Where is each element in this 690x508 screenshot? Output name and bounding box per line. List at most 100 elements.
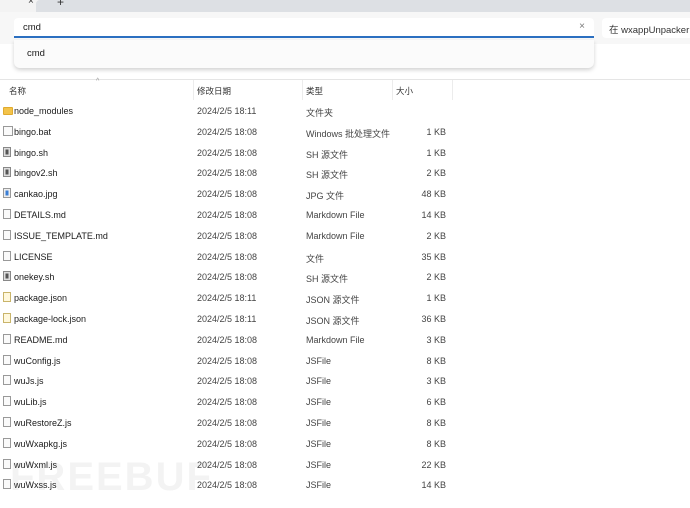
file-name: onekey.sh	[14, 272, 55, 283]
address-input-value: cmd	[23, 22, 41, 33]
file-type: JSFile	[306, 355, 332, 366]
file-size: 8 KB	[426, 355, 446, 366]
file-type: SH 源文件	[306, 170, 349, 181]
file-name: wuRestoreZ.js	[14, 418, 72, 428]
sh-file-icon	[3, 271, 11, 282]
column-divider[interactable]	[193, 80, 194, 100]
file-row[interactable]: onekey.sh 2024/2/5 18:08 SH 源文件 2 KB	[0, 267, 460, 287]
file-size: 1 KB	[426, 293, 446, 304]
file-type: SH 源文件	[306, 149, 349, 160]
file-size: 8 KB	[426, 418, 446, 428]
file-size: 8 KB	[426, 438, 446, 449]
sh-file-icon	[3, 146, 11, 157]
file-row[interactable]: wuLib.js 2024/2/5 18:08 JSFile 6 KB	[0, 392, 460, 412]
file-date: 2024/2/5 18:08	[197, 210, 258, 220]
file-row[interactable]: package.json 2024/2/5 18:11 JSON 源文件 1 K…	[0, 288, 460, 308]
file-date: 2024/2/5 18:08	[197, 230, 258, 241]
column-divider[interactable]	[452, 80, 453, 100]
file-type: Windows 批处理文件	[306, 128, 391, 139]
file-type: JPG 文件	[306, 191, 345, 202]
file-name: ISSUE_TEMPLATE.md	[14, 230, 108, 241]
file-date: 2024/2/5 18:08	[197, 168, 258, 179]
file-date: 2024/2/5 18:08	[197, 189, 258, 200]
column-divider[interactable]	[392, 80, 393, 100]
file-size: 48 KB	[421, 189, 446, 200]
file-name: DETAILS.md	[14, 210, 66, 220]
file-name: wuConfig.js	[14, 355, 61, 366]
file-row[interactable]: cankao.jpg 2024/2/5 18:08 JPG 文件 48 KB	[0, 184, 460, 204]
file-date: 2024/2/5 18:11	[197, 293, 257, 304]
file-type: Markdown File	[306, 334, 365, 345]
file-type: JSON 源文件	[306, 316, 360, 326]
search-location-button[interactable]: 在 wxappUnpacker	[602, 18, 690, 38]
file-date: 2024/2/5 18:11	[197, 314, 257, 324]
file-row[interactable]: bingo.sh 2024/2/5 18:08 SH 源文件 1 KB	[0, 143, 460, 163]
file-name: wuLib.js	[14, 397, 47, 408]
file-row[interactable]: bingov2.sh 2024/2/5 18:08 SH 源文件 2 KB	[0, 163, 460, 183]
file-name: package-lock.json	[14, 314, 87, 324]
file-date: 2024/2/5 18:08	[197, 334, 258, 345]
close-tab-icon[interactable]: ×	[28, 0, 34, 7]
column-size[interactable]: 大小	[396, 85, 413, 97]
column-name[interactable]: 名称	[9, 85, 26, 97]
new-tab-icon[interactable]: +	[57, 0, 64, 9]
file-row[interactable]: wuConfig.js 2024/2/5 18:08 JSFile 8 KB	[0, 351, 460, 371]
column-date[interactable]: 修改日期	[197, 85, 231, 97]
file-date: 2024/2/5 18:08	[197, 376, 258, 387]
file-size: 3 KB	[426, 376, 446, 387]
file-row[interactable]: LICENSE 2024/2/5 18:08 文件 35 KB	[0, 247, 460, 267]
file-date: 2024/2/5 18:08	[197, 147, 258, 158]
file-size: 14 KB	[421, 480, 446, 491]
file-size: 35 KB	[421, 251, 446, 262]
js-file-icon	[3, 375, 11, 386]
folder-icon	[3, 107, 13, 115]
json-file-icon	[3, 313, 11, 323]
file-row[interactable]: bingo.bat 2024/2/5 18:08 Windows 批处理文件 1…	[0, 122, 460, 142]
file-date: 2024/2/5 18:08	[197, 272, 258, 283]
js-file-icon	[3, 417, 11, 427]
suggestion-item[interactable]: cmd	[27, 48, 581, 59]
file-row[interactable]: DETAILS.md 2024/2/5 18:08 Markdown File …	[0, 205, 460, 225]
address-input[interactable]: cmd ×	[14, 18, 594, 38]
file-size: 1 KB	[426, 147, 446, 158]
sort-arrow-icon: ^	[96, 78, 100, 85]
md-file-icon	[3, 209, 11, 219]
file-type: JSFile	[306, 418, 332, 428]
file-date: 2024/2/5 18:08	[197, 126, 258, 137]
tab-strip	[36, 0, 690, 12]
column-type[interactable]: 类型	[306, 85, 323, 97]
file-name: package.json	[14, 293, 68, 304]
file-name: wuJs.js	[14, 376, 44, 387]
file-name: bingo.sh	[14, 147, 49, 158]
file-name: README.md	[14, 334, 68, 345]
file-file-icon	[3, 250, 11, 261]
file-size: 1 KB	[426, 126, 446, 137]
file-row[interactable]: node_modules 2024/2/5 18:11 文件夹	[0, 101, 460, 121]
file-name: node_modules	[14, 106, 74, 116]
column-divider[interactable]	[302, 80, 303, 100]
jpg-file-icon	[3, 188, 11, 199]
file-date: 2024/2/5 18:08	[197, 397, 258, 408]
file-size: 2 KB	[426, 272, 446, 283]
file-name: cankao.jpg	[14, 189, 58, 200]
file-type: 文件	[306, 253, 325, 264]
file-row[interactable]: wuWxapkg.js 2024/2/5 18:08 JSFile 8 KB	[0, 434, 460, 454]
file-size: 2 KB	[426, 230, 446, 241]
file-row[interactable]: wuJs.js 2024/2/5 18:08 JSFile 3 KB	[0, 371, 460, 391]
file-size: 3 KB	[426, 334, 446, 345]
file-name: bingo.bat	[14, 126, 52, 137]
file-name: LICENSE	[14, 251, 53, 262]
file-row[interactable]: package-lock.json 2024/2/5 18:11 JSON 源文…	[0, 309, 460, 329]
clear-icon[interactable]: ×	[579, 21, 585, 32]
active-tab[interactable]: ×	[0, 0, 36, 12]
file-row[interactable]: ISSUE_TEMPLATE.md 2024/2/5 18:08 Markdow…	[0, 226, 460, 246]
js-file-icon	[3, 396, 11, 407]
file-type: JSFile	[306, 438, 332, 449]
js-file-icon	[3, 354, 11, 365]
file-type: Markdown File	[306, 230, 365, 241]
file-row[interactable]: wuRestoreZ.js 2024/2/5 18:08 JSFile 8 KB	[0, 413, 460, 433]
file-row[interactable]: README.md 2024/2/5 18:08 Markdown File 3…	[0, 330, 460, 350]
md-file-icon	[3, 229, 11, 240]
file-date: 2024/2/5 18:08	[197, 438, 258, 449]
column-header: ^ 名称 修改日期 类型 大小	[0, 78, 690, 100]
